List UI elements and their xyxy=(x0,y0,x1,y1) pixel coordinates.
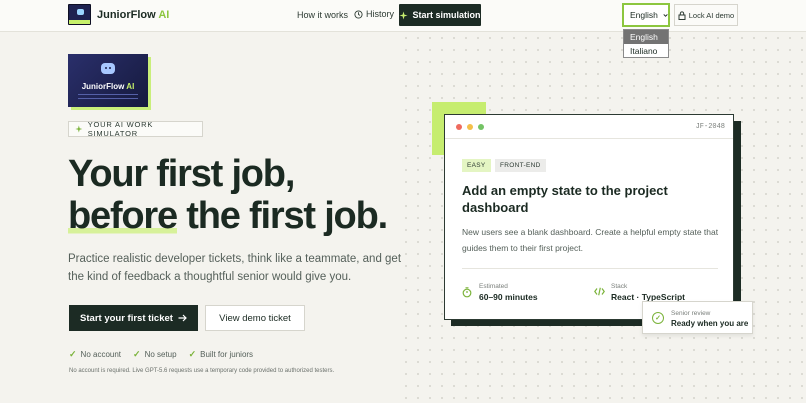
hero-subtext: Practice realistic developer tickets, th… xyxy=(68,253,402,283)
nav-history[interactable]: History xyxy=(354,9,394,19)
start-first-ticket-button[interactable]: Start your first ticket xyxy=(69,305,198,331)
language-option-italiano[interactable]: Italiano xyxy=(624,44,668,58)
divider xyxy=(445,138,733,139)
sparkle-icon xyxy=(399,10,409,20)
check-icon: ✓ xyxy=(133,349,141,359)
lock-icon xyxy=(678,10,686,20)
hero-logo-image: JuniorFlow AI xyxy=(68,54,148,107)
window-dot-green xyxy=(478,124,484,130)
window-dot-red xyxy=(456,124,462,130)
chevron-down-icon xyxy=(663,13,668,17)
estimated-value: 60–90 minutes xyxy=(479,292,538,302)
check-item: ✓ No account xyxy=(69,349,122,359)
check-circle-icon: ✓ xyxy=(652,312,664,324)
start-simulation-button[interactable]: Start simulation xyxy=(399,4,481,26)
divider xyxy=(462,268,718,269)
review-value: Ready when you are xyxy=(671,319,749,328)
ticket-description: New users see a blank dashboard. Create … xyxy=(462,227,719,253)
page-title: Your first job, before the first job. xyxy=(68,153,388,237)
check-icon: ✓ xyxy=(69,349,77,359)
check-item: ✓ Built for juniors xyxy=(188,349,254,359)
estimated-label: Estimated xyxy=(479,283,508,290)
check-icon: ✓ xyxy=(188,349,197,359)
brand-name[interactable]: JuniorFlow AI xyxy=(97,9,169,21)
history-icon xyxy=(354,9,363,19)
arrow-right-icon xyxy=(178,314,187,322)
category-tag: FRONT-END xyxy=(495,159,546,172)
check-item: ✓ No setup xyxy=(133,349,177,359)
language-select[interactable]: English xyxy=(622,3,670,27)
timer-icon xyxy=(462,287,472,298)
senior-review-chip: ✓ Senior review Ready when you are xyxy=(642,301,753,334)
top-nav: JuniorFlow AI How it works History Start… xyxy=(0,0,806,32)
language-option-english[interactable]: English xyxy=(624,30,668,44)
simulator-badge: YOUR AI WORK SIMULATOR xyxy=(68,120,203,138)
view-demo-ticket-button[interactable]: View demo ticket xyxy=(205,305,305,331)
stack-label: Stack xyxy=(611,283,628,290)
language-dropdown: English Italiano xyxy=(623,29,669,58)
sparkle-icon xyxy=(75,125,83,133)
code-icon xyxy=(594,287,605,296)
robot-icon xyxy=(101,63,115,74)
brand-logo[interactable] xyxy=(68,4,91,25)
ticket-card[interactable]: JF-2048 EASY FRONT-END Add an empty stat… xyxy=(444,114,734,320)
ticket-title: Add an empty state to the project dashbo… xyxy=(462,183,668,215)
review-label: Senior review xyxy=(671,310,711,317)
feature-checks: ✓ No account ✓ No setup ✓ Built for juniors xyxy=(69,349,253,360)
difficulty-tag: EASY xyxy=(462,159,491,172)
lock-ai-demo-button[interactable]: Lock AI demo xyxy=(674,4,738,26)
nav-how-it-works[interactable]: How it works xyxy=(297,10,348,20)
window-dot-yellow xyxy=(467,124,473,130)
footnote: No account is required. Live GPT-5.6 req… xyxy=(69,368,335,374)
ticket-id: JF-2048 xyxy=(695,123,725,131)
